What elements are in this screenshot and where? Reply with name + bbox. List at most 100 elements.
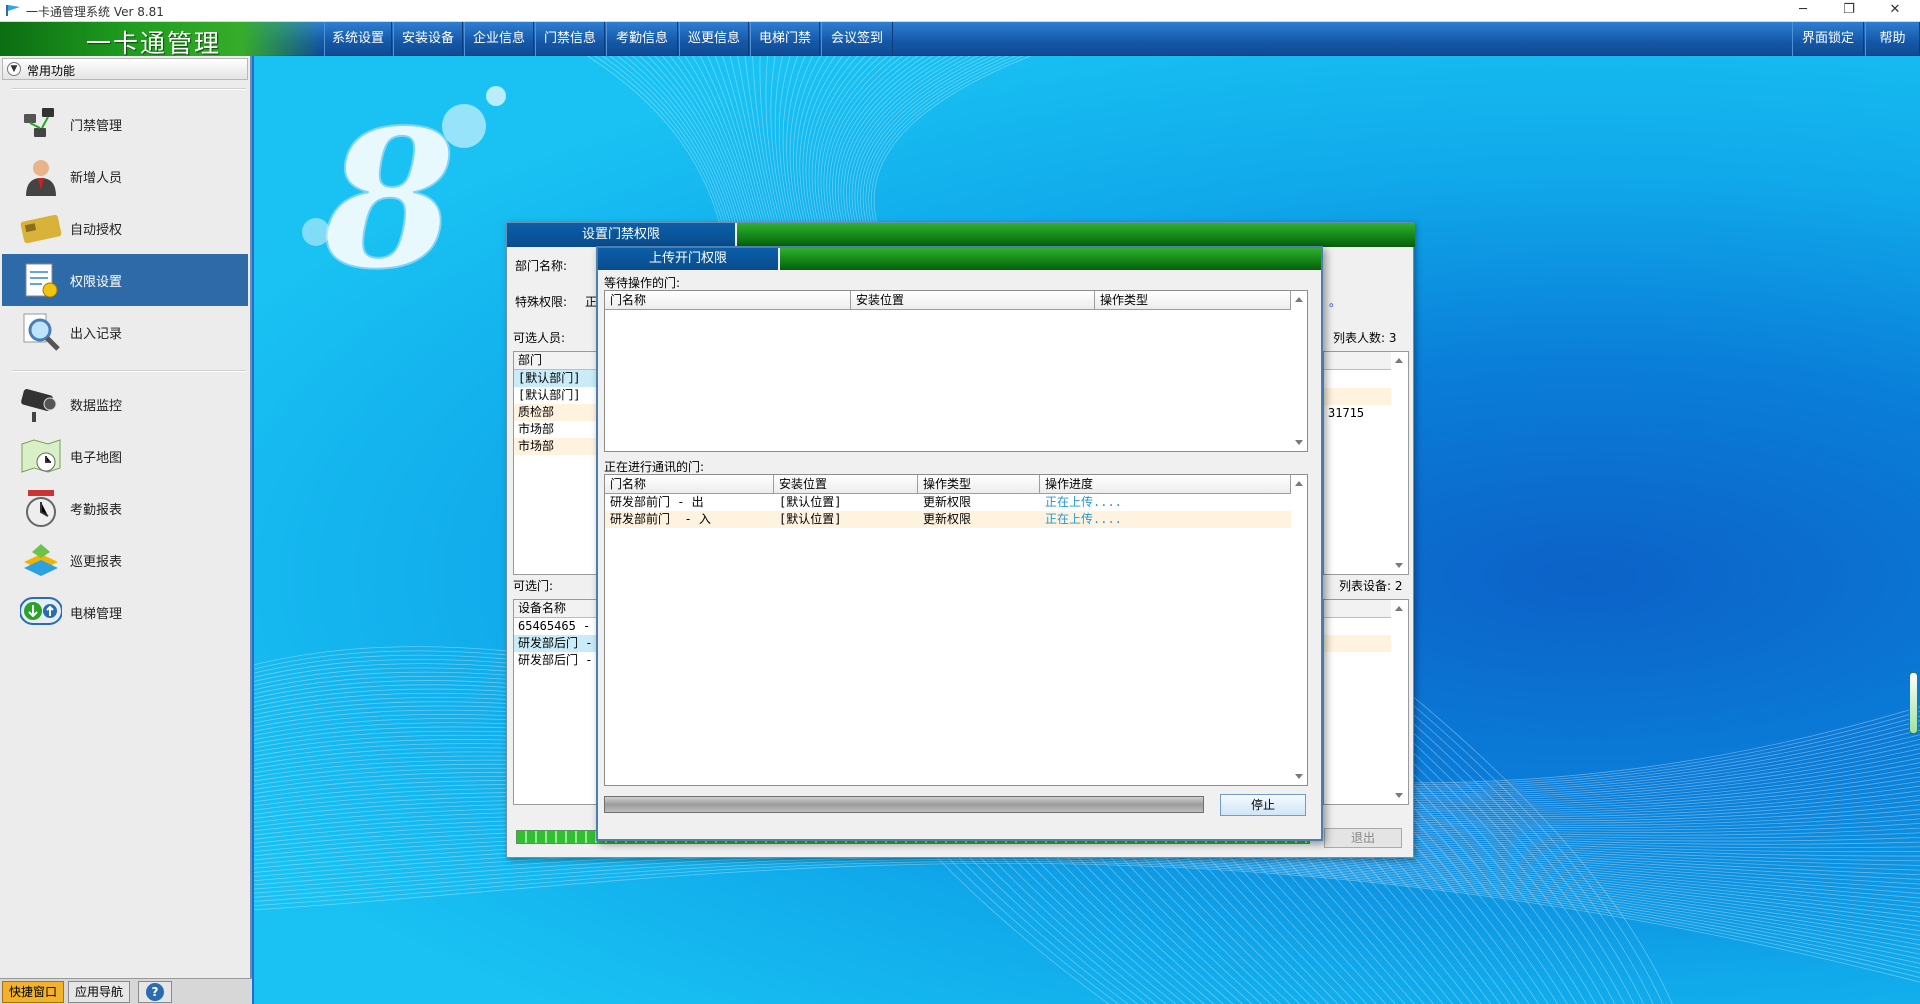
list-item[interactable]: [默认部门] <box>514 370 596 387</box>
scroll-up-icon[interactable] <box>1395 606 1403 611</box>
sidebar-item-label: 权限设置 <box>70 275 123 290</box>
window-title: 一卡通管理系统 Ver 8.81 <box>26 5 164 19</box>
sidebar-item-new-person[interactable]: 新增人员 <box>2 150 248 202</box>
active-doors-grid[interactable]: 门名称 安装位置 操作类型 操作进度 研发部前门 - 出 [默认位置] 更新权限… <box>604 474 1308 786</box>
list-item[interactable]: 质检部 <box>514 404 596 421</box>
scrollbar[interactable] <box>1291 291 1307 451</box>
exit-button[interactable]: 退出 <box>1324 828 1402 848</box>
sidebar-header[interactable]: ▼ 常用功能 <box>2 58 248 80</box>
maximize-button[interactable]: ❐ <box>1826 0 1872 22</box>
dept-name-label: 部门名称: <box>515 259 568 273</box>
title-bar: 一卡通管理系统 Ver 8.81 ─ ❐ ✕ <box>0 0 1920 22</box>
column-header[interactable]: 部门 <box>514 352 596 370</box>
list-item[interactable]: 市场部 <box>514 421 596 438</box>
elevator-icon <box>20 597 62 625</box>
menu-company-info[interactable]: 企业信息 <box>464 22 534 56</box>
cell-operation: 更新权限 <box>923 512 972 526</box>
sidebar-item-auto-authorize[interactable]: 自动授权 <box>2 202 248 254</box>
minimize-button[interactable]: ─ <box>1780 0 1826 22</box>
stop-button[interactable]: 停止 <box>1220 794 1306 816</box>
edge-scroll-handle[interactable] <box>1909 672 1918 734</box>
menu-help[interactable]: 帮助 <box>1865 22 1920 56</box>
waiting-doors-grid[interactable]: 门名称 安装位置 操作类型 <box>604 290 1308 452</box>
active-doors-label: 正在进行通讯的门: <box>604 460 705 474</box>
scrollbar[interactable] <box>1391 600 1408 804</box>
sidebar-item-elevator[interactable]: 电梯管理 <box>2 586 248 638</box>
scroll-down-icon[interactable] <box>1295 440 1303 445</box>
doors-count: 列表设备: 2 <box>1339 579 1403 593</box>
column-progress[interactable]: 操作进度 <box>1040 475 1291 494</box>
outer-dialog-titlebar-bg <box>737 223 1415 247</box>
logo-eight: 8 <box>302 86 506 312</box>
upload-dialog-title: 上传开门权限 <box>598 248 778 270</box>
scroll-up-icon[interactable] <box>1295 297 1303 302</box>
sidebar-item-label: 出入记录 <box>70 327 123 342</box>
help-icon: ? <box>146 983 164 1001</box>
brand-area: 一卡通管理 <box>0 22 322 58</box>
collapse-toggle-icon[interactable]: ▼ <box>7 62 21 76</box>
list-item[interactable]: 研发部后门 - <box>514 652 596 669</box>
cell-progress: 正在上传.... <box>1045 495 1122 509</box>
menu-install-device[interactable]: 安装设备 <box>393 22 463 56</box>
sidebar-item-patrol-report[interactable]: 巡更报表 <box>2 534 248 586</box>
list-item[interactable]: [默认部门] <box>514 387 596 404</box>
list-item[interactable]: 市场部 <box>514 438 596 455</box>
scroll-up-icon[interactable] <box>1295 481 1303 486</box>
column-operation[interactable]: 操作类型 <box>918 475 1040 494</box>
brand-title: 一卡通管理 <box>86 29 222 58</box>
sidebar-item-label: 数据监控 <box>70 399 123 414</box>
menu-lock-ui[interactable]: 界面锁定 <box>1792 22 1864 56</box>
sidebar-item-label: 电子地图 <box>70 451 123 466</box>
patrol-icon <box>24 544 58 576</box>
cell-progress: 正在上传.... <box>1045 512 1122 526</box>
sidebar-item-e-map[interactable]: 电子地图 <box>2 430 248 482</box>
clock-icon <box>26 490 56 527</box>
doors-list[interactable]: 设备名称 65465465 - 研发部后门 - 研发部后门 - <box>513 599 597 805</box>
close-button[interactable]: ✕ <box>1872 0 1918 22</box>
sidebar-item-data-monitor[interactable]: 数据监控 <box>2 378 248 430</box>
selected-people-list[interactable]: 31715 <box>1323 351 1409 575</box>
tab-quick-window[interactable]: 快捷窗口 <box>2 981 64 1003</box>
door-access-icon <box>24 108 54 137</box>
menu-bar: 一卡通管理 系统设置 安装设备 企业信息 门禁信息 考勤信息 巡更信息 电梯门禁… <box>0 22 1920 58</box>
tab-app-navigation[interactable]: 应用导航 <box>68 981 130 1003</box>
menu-system-settings[interactable]: 系统设置 <box>324 22 392 56</box>
table-row[interactable]: 研发部前门 - 出 [默认位置] 更新权限 正在上传.... <box>605 494 1291 511</box>
scroll-down-icon[interactable] <box>1395 793 1403 798</box>
sidebar: ▼ 常用功能 门禁管理 新增人员 自动授权 权限设置 出入记录 数据监控 电子地… <box>0 56 252 1004</box>
upload-progress-bar <box>604 796 1204 813</box>
sidebar-item-attendance-report[interactable]: 考勤报表 <box>2 482 248 534</box>
sidebar-item-label: 门禁管理 <box>70 119 123 134</box>
menu-elevator-access[interactable]: 电梯门禁 <box>750 22 820 56</box>
column-location[interactable]: 安装位置 <box>774 475 918 494</box>
column-location[interactable]: 安装位置 <box>851 291 1095 310</box>
doors-label: 可选门: <box>513 579 554 593</box>
sidebar-item-access-records[interactable]: 出入记录 <box>2 306 248 358</box>
scrollbar[interactable] <box>1291 475 1307 785</box>
sidebar-item-label: 自动授权 <box>70 223 123 238</box>
list-item[interactable]: 研发部后门 - <box>514 635 596 652</box>
menu-patrol-info[interactable]: 巡更信息 <box>679 22 749 56</box>
map-icon <box>21 439 61 473</box>
column-operation[interactable]: 操作类型 <box>1095 291 1291 310</box>
sidebar-item-permission-settings[interactable]: 权限设置 <box>2 254 248 306</box>
grid-header: 门名称 安装位置 操作类型 <box>605 291 1291 310</box>
list-item[interactable]: 65465465 - <box>514 618 596 635</box>
help-tab[interactable]: ? <box>138 981 172 1003</box>
sidebar-item-door-access[interactable]: 门禁管理 <box>2 98 248 150</box>
scroll-down-icon[interactable] <box>1395 563 1403 568</box>
scrollbar[interactable] <box>1391 352 1408 574</box>
column-header[interactable]: 设备名称 <box>514 600 596 618</box>
menu-attendance-info[interactable]: 考勤信息 <box>606 22 678 56</box>
menu-meeting-signin[interactable]: 会议签到 <box>821 22 893 56</box>
selected-doors-list[interactable] <box>1323 599 1409 805</box>
table-row[interactable]: 研发部前门 - 入 [默认位置] 更新权限 正在上传.... <box>605 511 1291 528</box>
column-door-name[interactable]: 门名称 <box>605 475 774 494</box>
special-permission-label: 特殊权限: <box>515 295 568 309</box>
scroll-down-icon[interactable] <box>1295 774 1303 779</box>
column-door-name[interactable]: 门名称 <box>605 291 851 310</box>
people-list[interactable]: 部门 [默认部门] [默认部门] 质检部 市场部 市场部 <box>513 351 597 575</box>
scroll-up-icon[interactable] <box>1395 358 1403 363</box>
cell-location: [默认位置] <box>779 512 842 526</box>
menu-access-info[interactable]: 门禁信息 <box>535 22 605 56</box>
